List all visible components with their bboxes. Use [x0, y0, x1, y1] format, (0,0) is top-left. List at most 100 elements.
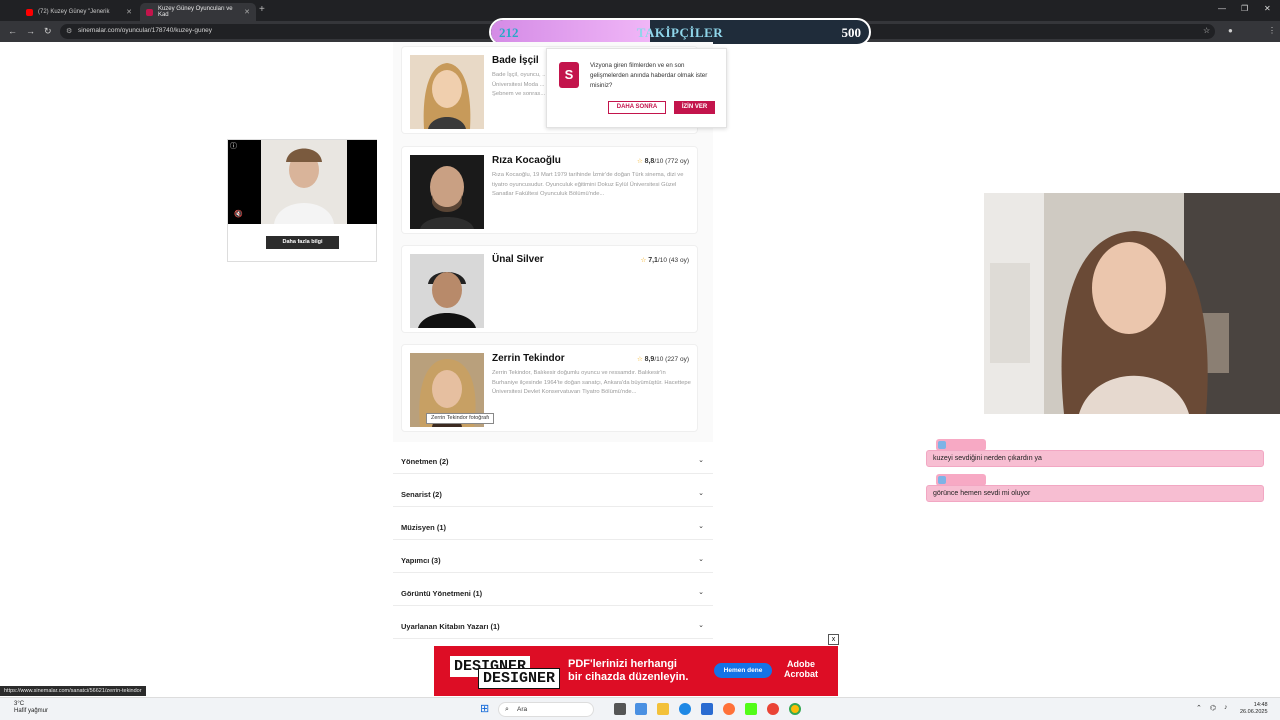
try-now-button[interactable]: Hemen dene	[714, 663, 772, 678]
banner-text-line2: bir cihazda düzenleyin.	[568, 671, 689, 683]
url-text: sinemalar.com/oyuncular/178740/kuzey-gun…	[78, 27, 213, 34]
accordion-writer[interactable]: Senarist (2) ⌄	[393, 480, 713, 507]
actor-rating: ☆ 8,9/10 (227 oy)	[637, 355, 689, 363]
mute-icon[interactable]: 🔇	[234, 210, 243, 218]
actor-photo[interactable]	[410, 254, 484, 328]
badge-icon	[938, 476, 946, 484]
more-info-button[interactable]: Daha fazla bilgi	[266, 236, 339, 249]
accordion-director[interactable]: Yönetmen (2) ⌄	[393, 447, 713, 474]
badge-icon	[938, 441, 946, 449]
photo-tooltip: Zerrin Tekindor fotoğrafı	[426, 413, 495, 424]
windows-taskbar: 3°C Hafif yağmur ⊞ ⌕ Ara ⌃ ⌬ ♪ 14:48 26.…	[0, 697, 1280, 720]
adobe-acrobat-logo: Adobe Acrobat	[784, 659, 818, 679]
rating-votes: /10 (43 oy)	[657, 257, 689, 264]
youtube-icon	[26, 8, 33, 16]
accordion-label: Senarist (2)	[401, 490, 442, 499]
adobe-line1: Adobe	[787, 659, 815, 669]
sinemalar-logo: S	[559, 62, 579, 88]
new-tab-button[interactable]: +	[259, 4, 265, 15]
reload-icon[interactable]: ↻	[44, 26, 52, 37]
volume-icon[interactable]: ♪	[1224, 704, 1228, 711]
minimize-icon[interactable]: —	[1218, 4, 1226, 13]
actor-name[interactable]: Ünal Silver	[492, 254, 544, 265]
actor-photo[interactable]	[410, 55, 484, 129]
site-info-icon[interactable]: ⚙	[66, 27, 72, 35]
menu-icon[interactable]: ⋮	[1268, 26, 1276, 35]
tab-youtube[interactable]: (72) Kuzey Güney "Jenerik ✕	[20, 3, 138, 21]
weather-temp: 3°C	[14, 701, 25, 707]
close-icon[interactable]: ✕	[244, 8, 250, 16]
sinemalar-icon	[146, 8, 153, 16]
chevron-down-icon: ⌄	[698, 490, 704, 497]
actor-photo[interactable]	[410, 155, 484, 229]
kick-icon[interactable]	[745, 703, 757, 715]
maximize-icon[interactable]: ❐	[1241, 4, 1248, 13]
tab-sinemalar[interactable]: Kuzey Güney Oyuncuları ve Kad ✕	[140, 3, 256, 21]
store-icon[interactable]	[701, 703, 713, 715]
actor-name[interactable]: Rıza Kocaoğlu	[492, 155, 561, 166]
chevron-down-icon: ⌄	[698, 523, 704, 530]
actor-name[interactable]: Zerrin Tekindor	[492, 353, 565, 364]
accordion-book-author[interactable]: Uyarlanan Kitabın Yazarı (1) ⌄	[393, 612, 713, 639]
edge-icon[interactable]	[679, 703, 691, 715]
accordion-label: Görüntü Yönetmeni (1)	[401, 589, 483, 598]
windows-start-icon[interactable]: ⊞	[480, 702, 489, 715]
chat-message: görünce hemen sevdi mi oluyor	[926, 485, 1264, 502]
actor-name[interactable]: Bade İşçil	[492, 55, 539, 66]
accordion-composer[interactable]: Müzisyen (1) ⌄	[393, 513, 713, 540]
file-explorer-icon[interactable]	[657, 703, 669, 715]
close-ad-button[interactable]: x	[828, 634, 839, 645]
accordion-cinematographer[interactable]: Görüntü Yönetmeni (1) ⌄	[393, 579, 713, 606]
accordion-label: Yapımcı (3)	[401, 556, 441, 565]
weather-desc: Hafif yağmur	[14, 708, 49, 714]
later-button[interactable]: DAHA SONRA	[608, 101, 666, 114]
tab-label: (72) Kuzey Güney "Jenerik	[38, 9, 110, 15]
network-icon[interactable]: ⌬	[1210, 704, 1216, 712]
weather-widget[interactable]: 3°C Hafif yağmur	[14, 701, 48, 715]
designer-logo-bottom: DESIGNER	[478, 668, 561, 689]
clock-time: 14:48	[1253, 702, 1268, 708]
allow-button[interactable]: İZİN VER	[674, 101, 715, 114]
widgets-icon[interactable]	[635, 703, 647, 715]
star-icon: ☆	[636, 158, 643, 165]
back-icon[interactable]: ←	[8, 26, 17, 36]
chevron-down-icon: ⌄	[698, 589, 704, 596]
adobe-banner-ad[interactable]: DESIGNER DESIGNER PDF'lerinizi herhangi …	[434, 646, 838, 696]
notification-popup: S Vizyona giren filmlerden ve en son gel…	[546, 48, 727, 128]
tray-chevron-icon[interactable]: ⌃	[1196, 704, 1202, 712]
accordion-producer[interactable]: Yapımcı (3) ⌄	[393, 546, 713, 573]
chat-message-text: görünce hemen sevdi mi oluyor	[933, 490, 1031, 497]
rating-votes: /10 (227 oy)	[654, 356, 689, 363]
actor-description: Bade İşçil, oyuncu, ... Üniversitesi Mod…	[492, 72, 548, 97]
taskbar-search[interactable]: ⌕ Ara	[498, 702, 594, 717]
actor-description: Rıza Kocaoğlu, 19 Mart 1979 tarihinde İz…	[492, 172, 684, 197]
forward-icon[interactable]: →	[26, 26, 35, 36]
actor-card-unal-silver[interactable]: Ünal Silver ☆ 7,1/10 (43 oy)	[401, 245, 698, 333]
bookmark-star-icon[interactable]: ☆	[1203, 26, 1210, 35]
chevron-down-icon: ⌄	[698, 556, 704, 563]
close-icon[interactable]: ✕	[126, 8, 132, 16]
chat-message-text: kuzeyi sevdiğini nerden çıkardın ya	[933, 455, 1042, 462]
accordion-label: Müzisyen (1)	[401, 523, 447, 532]
ad-info-icon[interactable]: ⓘ	[230, 141, 237, 151]
rating-value: 7,1	[648, 257, 658, 264]
actor-card-riza-kocaoglu[interactable]: Rıza Kocaoğlu ☆ 8,8/10 (772 oy) Rıza Koc…	[401, 146, 698, 234]
webcam-frame	[984, 193, 1280, 414]
follower-goal: 500	[841, 25, 862, 40]
search-placeholder: Ara	[517, 706, 528, 713]
search-icon: ⌕	[505, 706, 509, 713]
app-icon[interactable]	[767, 703, 779, 715]
task-view-icon[interactable]	[614, 703, 626, 715]
star-icon: ☆	[636, 356, 643, 363]
ad-video[interactable]: ⓘ 🔇	[228, 140, 377, 224]
video-ad: ⓘ 🔇 Daha fazla bilgi	[227, 139, 377, 262]
profile-icon[interactable]: ●	[1228, 26, 1233, 35]
actor-rating: ☆ 8,8/10 (772 oy)	[637, 157, 689, 165]
chrome-icon[interactable]	[789, 703, 801, 715]
actor-rating: ☆ 7,1/10 (43 oy)	[641, 256, 689, 264]
firefox-icon[interactable]	[723, 703, 735, 715]
rating-value: 8,9	[644, 356, 655, 363]
rating-votes: /10 (772 oy)	[654, 158, 689, 165]
close-window-icon[interactable]: ✕	[1264, 4, 1271, 13]
system-clock[interactable]: 14:48 26.06.2025	[1240, 702, 1268, 716]
